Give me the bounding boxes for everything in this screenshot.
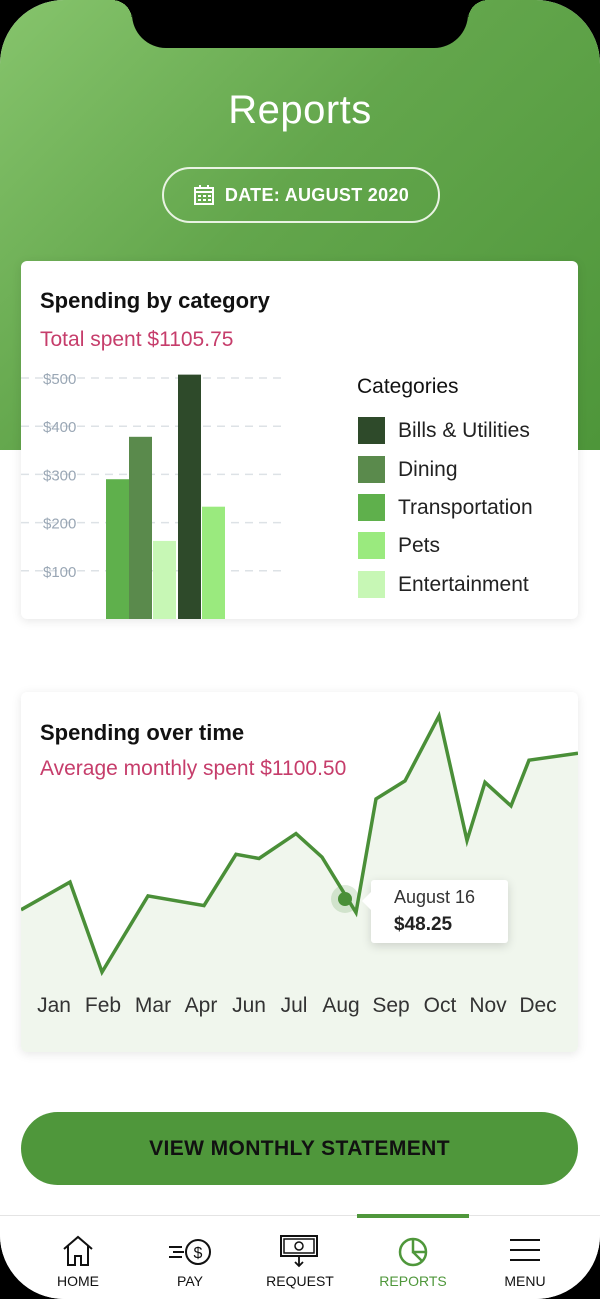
y-tick-label: $100	[43, 564, 76, 581]
tooltip-value: $48.25	[394, 914, 453, 935]
tab-pay[interactable]: $ PAY	[134, 1216, 246, 1299]
legend-label: Transportation	[398, 495, 533, 519]
legend-title: Categories	[357, 375, 459, 398]
view-monthly-statement-button[interactable]: VIEW MONTHLY STATEMENT	[21, 1112, 578, 1185]
bar	[153, 540, 176, 619]
bar	[106, 479, 129, 619]
tooltip-date: August 16	[394, 887, 476, 907]
legend-item: Transportation	[358, 494, 533, 521]
bar	[178, 374, 201, 619]
x-tick-label: Jan	[37, 994, 71, 1017]
x-tick-label: Aug	[322, 994, 360, 1017]
highlight-point[interactable]	[338, 892, 352, 906]
x-tick-label: Dec	[519, 994, 557, 1017]
y-tick-label: $300	[43, 467, 76, 484]
pay-icon: $	[169, 1239, 211, 1265]
x-tick-label: Jul	[280, 994, 308, 1017]
legend-item: Dining	[358, 456, 458, 483]
legend-label: Bills & Utilities	[398, 418, 530, 442]
svg-text:$: $	[194, 1245, 203, 1262]
y-tick-label: $200	[43, 516, 76, 533]
y-tick-label: $500	[43, 371, 76, 388]
bottom-tab-bar: HOME $ PAY REQUEST REPORTS MENU	[0, 1214, 600, 1299]
legend-item: Entertainment	[358, 571, 529, 598]
category-bar-chart: $100 $200 $300 $400 $500	[21, 371, 283, 619]
legend-label: Dining	[398, 457, 458, 481]
legend-item: Pets	[358, 532, 440, 559]
legend-swatch	[358, 456, 385, 483]
tab-label: MENU	[504, 1273, 546, 1289]
tab-label: REQUEST	[266, 1273, 334, 1289]
date-label: DATE: AUGUST 2020	[224, 184, 410, 205]
x-tick-label: Apr	[184, 994, 218, 1017]
legend-swatch	[358, 494, 385, 521]
legend-swatch	[358, 417, 385, 444]
legend-label: Entertainment	[398, 572, 529, 596]
menu-icon	[510, 1239, 540, 1261]
x-tick-label: Nov	[469, 994, 507, 1017]
chart-tooltip: August 16 $48.25	[362, 880, 508, 943]
device-notch	[112, 0, 488, 48]
bar	[202, 506, 225, 619]
spending-by-category-card: Spending by category Total spent $1105.7…	[21, 261, 578, 619]
tab-request[interactable]: REQUEST	[244, 1216, 356, 1299]
card-title: Spending over time	[40, 720, 245, 745]
x-tick-label: Sep	[372, 994, 410, 1017]
card-title: Spending by category	[40, 288, 270, 313]
tab-reports[interactable]: REPORTS	[357, 1214, 469, 1299]
total-spent: Total spent $1105.75	[40, 328, 234, 351]
x-tick-label: Oct	[423, 994, 457, 1017]
tab-label: PAY	[177, 1273, 203, 1289]
x-tick-label: Jun	[232, 994, 266, 1017]
x-tick-label: Mar	[134, 994, 172, 1017]
legend-label: Pets	[398, 533, 441, 557]
page-title: Reports	[228, 88, 372, 132]
legend-swatch	[358, 532, 385, 559]
bar	[129, 436, 152, 619]
legend-swatch	[358, 571, 385, 598]
phone-screen: Reports DATE: AUGUST 2020 Spending by ca…	[0, 0, 600, 1299]
spending-over-time-card: Spending over time Average monthly spent…	[21, 692, 578, 1052]
tab-label: HOME	[57, 1273, 99, 1289]
month-axis: Jan Feb Mar Apr Jun Jul Aug Sep Oct Nov …	[21, 994, 578, 1024]
date-picker-button[interactable]: DATE: AUGUST 2020	[162, 167, 440, 223]
y-tick-label: $400	[43, 419, 76, 436]
reports-icon	[398, 1237, 428, 1267]
request-icon	[280, 1235, 318, 1268]
x-tick-label: Feb	[84, 994, 122, 1017]
tab-label: REPORTS	[379, 1273, 447, 1289]
legend-item: Bills & Utilities	[358, 417, 530, 444]
calendar-icon	[193, 185, 214, 205]
tab-menu[interactable]: MENU	[469, 1216, 581, 1299]
home-icon	[63, 1235, 93, 1266]
tab-home[interactable]: HOME	[22, 1216, 134, 1299]
average-monthly-spent: Average monthly spent $1100.50	[40, 757, 347, 780]
